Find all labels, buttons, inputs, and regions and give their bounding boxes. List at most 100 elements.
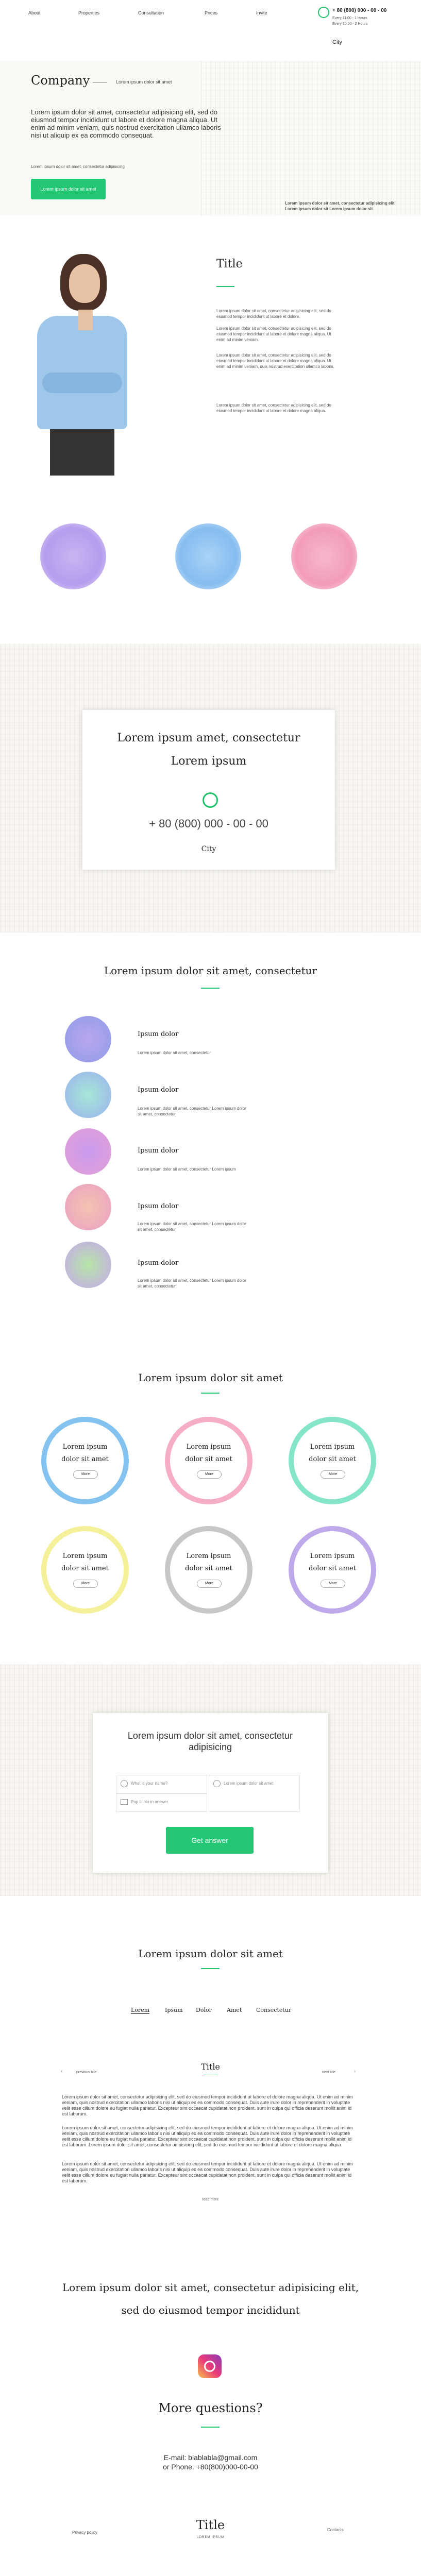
circle-card-1-more-button[interactable]: More (73, 1470, 98, 1479)
service-5-icon (65, 1242, 111, 1288)
about-paragraph-3: Lorem ipsum dolor sit amet, consectetur … (216, 353, 334, 369)
footer-logo-sub: LOREM IPSUM (196, 2536, 224, 2539)
footer-contacts-link[interactable]: Contacts (327, 2527, 344, 2533)
phone-placeholder: Lorem ipsum dolor sit amet (224, 1781, 274, 1786)
circles-title-underline (201, 1393, 220, 1394)
questions-title: More questions? (158, 2401, 263, 2415)
circle-card-5-more-button[interactable]: More (197, 1580, 222, 1588)
services-title-underline (201, 988, 220, 989)
tab-lorem[interactable]: Lorem (131, 2007, 150, 2014)
service-2-title: Ipsum dolor (138, 1086, 179, 1094)
service-4-title: Ipsum dolor (138, 1202, 179, 1210)
about-paragraph-4: Lorem ipsum dolor sit amet, consectetur … (216, 403, 331, 413)
circle-card-1-line2: dolor sit amet (61, 1455, 109, 1463)
circle-card-3-line2: dolor sit amet (309, 1455, 356, 1463)
circle-card-3-line1: Lorem ipsum (310, 1443, 355, 1451)
service-5-title: Ipsum dolor (138, 1259, 179, 1267)
circles-title: Lorem ipsum dolor sit amet (138, 1371, 283, 1384)
nav-item-consultation[interactable]: Consultation (138, 10, 164, 15)
questions-email[interactable]: E-mail: blablabla@gmail.com (0, 2453, 421, 2462)
email-placeholder: Pop it into in answer (131, 1800, 169, 1804)
service-4-icon (65, 1184, 111, 1230)
company-logo: Company (31, 73, 90, 88)
tab-consectetur[interactable]: Consectetur (256, 2007, 291, 2013)
circle-card-6-line2: dolor sit amet (309, 1565, 356, 1572)
circle-card-2-line2: dolor sit amet (185, 1455, 232, 1463)
service-2-text: Lorem ipsum dolor sit amet, consectetur … (138, 1106, 246, 1116)
mail-icon (121, 1799, 128, 1805)
message-input[interactable]: Lorem ipsum dolor sit amet (209, 1775, 300, 1812)
nav-item-about[interactable]: About (28, 10, 41, 15)
circle-card-5-line1: Lorem ipsum (186, 1552, 231, 1560)
service-3-title: Ipsum dolor (138, 1147, 179, 1155)
watercolor-purple-blob (40, 523, 106, 589)
circle-card-6-more-button[interactable]: More (321, 1580, 345, 1588)
form-title: Lorem ipsum dolor sit amet, consectetur … (127, 1731, 293, 1752)
hero-divider (93, 82, 107, 83)
circle-card-3-more-button[interactable]: More (321, 1470, 345, 1479)
about-paragraph-1: Lorem ipsum dolor sit amet, consectetur … (216, 309, 331, 319)
nav-item-invite[interactable]: Invite (256, 10, 267, 15)
services-title: Lorem ipsum dolor sit amet, consectetur (104, 964, 317, 977)
service-1-text: Lorem ipsum dolor sit amet, consectetur (138, 1050, 211, 1055)
whatsapp-icon (203, 792, 218, 808)
contact-heading-2: Lorem ipsum (171, 755, 247, 768)
questions-phone[interactable]: or Phone: +80(800)000-00-00 (0, 2463, 421, 2471)
service-2-icon (65, 1072, 111, 1118)
hero-text: Lorem ipsum dolor sit amet, consectetur … (31, 108, 221, 139)
circle-card-4-more-button[interactable]: More (73, 1580, 98, 1588)
next-arrow-icon[interactable]: › (354, 2069, 356, 2074)
tabs-title: Lorem ipsum dolor sit amet (138, 1947, 283, 1960)
phone-field-icon (213, 1780, 221, 1787)
contact-heading-1: Lorem ipsum amet, consectetur (117, 732, 300, 744)
article-paragraph-3: Lorem ipsum dolor sit amet, consectetur … (62, 2161, 353, 2183)
circle-card-6-line1: Lorem ipsum (310, 1552, 355, 1560)
watercolor-blue-blob (175, 523, 241, 589)
tab-amet[interactable]: Amet (227, 2007, 242, 2013)
header-city[interactable]: City (332, 39, 342, 45)
tab-ipsum[interactable]: Ipsum (165, 2007, 183, 2013)
name-input[interactable]: What is your name? (116, 1775, 207, 1793)
name-placeholder: What is your name? (131, 1781, 168, 1786)
nav-item-properties[interactable]: Properties (78, 10, 99, 15)
circle-card-2-more-button[interactable]: More (197, 1470, 222, 1479)
about-title-underline (216, 286, 234, 287)
tabs-title-underline (201, 1968, 220, 1969)
watercolor-pink-blob (291, 523, 357, 589)
header-hours-2: Every 10:00 - 2 Hours (332, 22, 368, 26)
article-title: Title (201, 2062, 220, 2072)
businesswoman-photo (27, 249, 145, 476)
header-hours-1: Every 11:00 - 1 Hours (332, 16, 367, 20)
social-heading-1: Lorem ipsum dolor sit amet, consectetur … (62, 2281, 359, 2294)
hero-small-text: Lorem ipsum dolor sit amet, consectetur … (31, 164, 125, 169)
circle-card-4-line1: Lorem ipsum (62, 1552, 108, 1560)
article-paragraph-1: Lorem ipsum dolor sit amet, consectetur … (62, 2094, 353, 2116)
header-phone[interactable]: + 80 (800) 000 - 00 - 00 (332, 8, 386, 13)
contact-city[interactable]: City (82, 845, 335, 853)
hero-city-sketch (201, 61, 421, 215)
phone-icon (318, 7, 329, 18)
hero-tagline: Lorem ipsum dolor sit amet (116, 79, 172, 84)
about-paragraph-2: Lorem ipsum dolor sit amet, consectetur … (216, 326, 331, 342)
instagram-icon[interactable] (198, 2354, 222, 2378)
next-title-link[interactable]: next title (322, 2070, 335, 2075)
read-more-link[interactable]: read more (0, 2197, 421, 2202)
article-paragraph-2: Lorem ipsum dolor sit amet, consectetur … (62, 2125, 353, 2147)
service-3-text: Lorem ipsum dolor sit amet, consectetur … (138, 1167, 236, 1172)
footer-logo: Title (196, 2518, 225, 2532)
get-answer-button[interactable]: Get answer (166, 1827, 254, 1854)
user-icon (121, 1780, 128, 1787)
service-1-icon (65, 1016, 111, 1062)
service-1-title: Ipsum dolor (138, 1030, 179, 1038)
circle-card-2-line1: Lorem ipsum (186, 1443, 231, 1451)
hero-right-text: Lorem ipsum dolor sit amet, consectetur … (285, 201, 395, 211)
circle-card-1-line1: Lorem ipsum (62, 1443, 108, 1451)
questions-title-underline (201, 2427, 220, 2428)
email-input[interactable]: Pop it into in answer (116, 1793, 207, 1812)
circle-card-4-line2: dolor sit amet (61, 1565, 109, 1572)
social-heading-2: sed do eiusmod tempor incididunt (121, 2304, 300, 2316)
nav-item-prices[interactable]: Prices (205, 10, 217, 15)
tab-dolor[interactable]: Dolor (196, 2007, 212, 2013)
contact-phone[interactable]: + 80 (800) 000 - 00 - 00 (82, 817, 335, 831)
hero-cta-button[interactable]: Lorem ipsum dolor sit amet (31, 179, 106, 199)
